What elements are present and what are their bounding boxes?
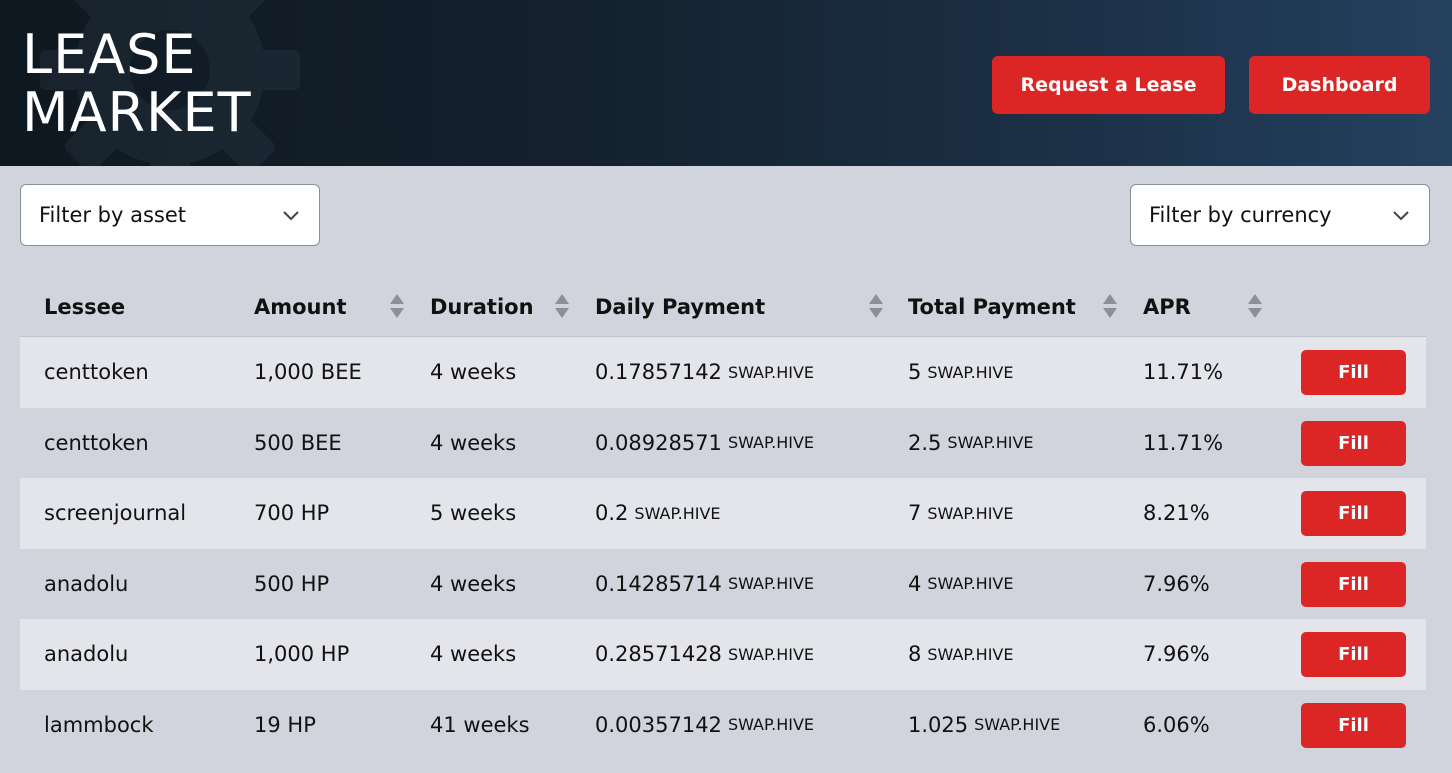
cell-lessee: anadolu — [44, 642, 129, 666]
cell-total-payment: 2.5 SWAP.HIVE — [908, 408, 1034, 478]
cell-amount: 700 HP — [254, 501, 330, 525]
total-unit: SWAP.HIVE — [927, 362, 1014, 382]
lease-table: Lessee Amount Duration Daily Payment Tot… — [20, 276, 1426, 760]
cell-apr: 8.21% — [1143, 501, 1210, 525]
cell-apr: 11.71% — [1143, 360, 1224, 384]
total-unit: SWAP.HIVE — [974, 715, 1061, 734]
daily-unit: SWAP.HIVE — [727, 715, 815, 734]
daily-value: 0.00357142 — [595, 712, 722, 737]
dashboard-button[interactable]: Dashboard — [1249, 56, 1430, 114]
table-row: screenjournal 700 HP 5 weeks 0.2 SWAP.HIV… — [20, 478, 1426, 549]
cell-total-payment: 4 SWAP.HIVE — [908, 549, 1013, 619]
cell-amount: 500 BEE — [254, 430, 342, 455]
cell-total-payment: 5 SWAP.HIVE — [908, 337, 1013, 407]
cell-lessee: centtoken — [44, 360, 149, 384]
total-unit: SWAP.HIVE — [927, 574, 1014, 593]
cell-duration: 5 weeks — [430, 501, 517, 525]
chevron-down-icon — [1393, 211, 1409, 221]
daily-unit: SWAP.HIVE — [727, 644, 815, 664]
cell-lessee: centtoken — [44, 430, 149, 455]
cell-daily-payment: 0.28571428 SWAP.HIVE — [595, 619, 814, 689]
cell-amount: 1,000 BEE — [254, 360, 362, 384]
cell-lessee: screenjournal — [44, 501, 187, 525]
cell-total-payment: 1.025 SWAP.HIVE — [908, 690, 1060, 760]
daily-value: 0.28571428 — [595, 642, 722, 666]
cell-apr: 7.96% — [1143, 571, 1210, 596]
cell-daily-payment: 0.00357142 SWAP.HIVE — [595, 690, 814, 760]
total-value: 1.025 — [908, 712, 969, 737]
sort-icon[interactable] — [868, 293, 884, 319]
fill-button[interactable]: Fill — [1301, 350, 1406, 395]
table-row: lammbock 19 HP 41 weeks 0.00357142 SWAP.H… — [20, 689, 1426, 760]
total-unit: SWAP.HIVE — [947, 433, 1034, 452]
cell-total-payment: 8 SWAP.HIVE — [908, 619, 1013, 689]
cell-daily-payment: 0.08928571 SWAP.HIVE — [595, 408, 814, 478]
cell-apr: 7.96% — [1143, 642, 1210, 666]
sort-icon[interactable] — [554, 293, 570, 319]
daily-unit: SWAP.HIVE — [727, 574, 815, 593]
fill-button[interactable]: Fill — [1301, 561, 1406, 607]
column-header-duration[interactable]: Duration — [430, 276, 534, 337]
daily-value: 0.14285714 — [595, 571, 722, 596]
cell-duration: 4 weeks — [430, 571, 517, 596]
cell-lessee: anadolu — [44, 571, 129, 596]
column-header-amount[interactable]: Amount — [254, 276, 347, 337]
column-header-lessee: Lessee — [44, 294, 126, 319]
daily-unit: SWAP.HIVE — [727, 433, 815, 452]
fill-button[interactable]: Fill — [1301, 491, 1406, 536]
cell-duration: 4 weeks — [430, 642, 517, 666]
daily-unit: SWAP.HIVE — [634, 503, 721, 523]
cell-daily-payment: 0.14285714 SWAP.HIVE — [595, 549, 814, 619]
request-lease-button[interactable]: Request a Lease — [992, 56, 1225, 114]
cell-amount: 19 HP — [254, 712, 316, 737]
fill-button[interactable]: Fill — [1301, 420, 1406, 466]
table-row: centtoken 1,000 BEE 4 weeks 0.17857142 SW… — [20, 337, 1426, 408]
cell-daily-payment: 0.2 SWAP.HIVE — [595, 478, 721, 548]
daily-value: 0.08928571 — [595, 430, 722, 455]
daily-value: 0.17857142 — [595, 360, 722, 384]
total-unit: SWAP.HIVE — [927, 644, 1014, 664]
cell-daily-payment: 0.17857142 SWAP.HIVE — [595, 337, 814, 407]
page-title-line1: LEASE — [22, 23, 197, 86]
filter-currency-label: Filter by currency — [1149, 203, 1332, 227]
cell-duration: 4 weeks — [430, 430, 517, 455]
page-header: LEASE MARKET Request a Lease Dashboard — [0, 0, 1452, 166]
table-row: anadolu 500 HP 4 weeks 0.14285714 SWAP.HI… — [20, 548, 1426, 619]
cell-amount: 500 HP — [254, 571, 330, 596]
page-title-line2: MARKET — [22, 81, 252, 144]
table-row: anadolu 1,000 HP 4 weeks 0.28571428 SWAP.… — [20, 619, 1426, 690]
column-header-daily-payment[interactable]: Daily Payment — [595, 276, 765, 337]
fill-button[interactable]: Fill — [1301, 702, 1406, 748]
total-value: 4 — [908, 571, 922, 596]
column-header-total-payment[interactable]: Total Payment — [908, 276, 1076, 337]
filter-asset-select[interactable]: Filter by asset — [20, 184, 320, 246]
total-value: 2.5 — [908, 430, 942, 455]
total-unit: SWAP.HIVE — [927, 503, 1014, 523]
fill-button[interactable]: Fill — [1301, 632, 1406, 677]
total-value: 7 — [908, 501, 922, 525]
cell-duration: 4 weeks — [430, 360, 517, 384]
filter-currency-select[interactable]: Filter by currency — [1130, 184, 1430, 246]
sort-icon[interactable] — [389, 293, 405, 319]
page-title: LEASE MARKET — [22, 26, 252, 142]
cell-lessee: lammbock — [44, 712, 154, 737]
sort-icon[interactable] — [1102, 293, 1118, 319]
cell-total-payment: 7 SWAP.HIVE — [908, 478, 1013, 548]
column-header-apr[interactable]: APR — [1143, 276, 1191, 337]
daily-unit: SWAP.HIVE — [727, 362, 815, 382]
sort-icon[interactable] — [1247, 293, 1263, 319]
cell-duration: 41 weeks — [430, 712, 530, 737]
cell-apr: 11.71% — [1143, 430, 1224, 455]
daily-value: 0.2 — [595, 501, 629, 525]
table-header: Lessee Amount Duration Daily Payment Tot… — [20, 276, 1426, 337]
cell-apr: 6.06% — [1143, 712, 1210, 737]
total-value: 8 — [908, 642, 922, 666]
chevron-down-icon — [283, 211, 299, 221]
cell-amount: 1,000 HP — [254, 642, 350, 666]
filter-asset-label: Filter by asset — [39, 203, 187, 227]
total-value: 5 — [908, 360, 922, 384]
table-row: centtoken 500 BEE 4 weeks 0.08928571 SWAP… — [20, 407, 1426, 478]
